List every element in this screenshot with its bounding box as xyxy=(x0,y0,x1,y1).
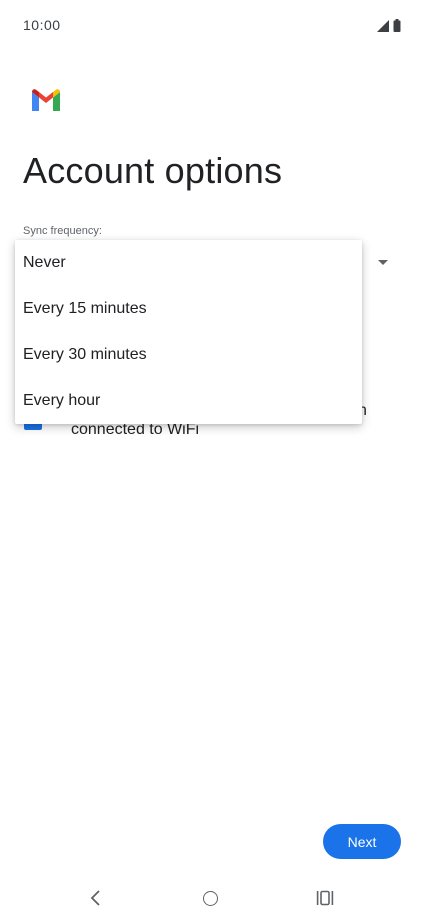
menu-item-every-30-minutes[interactable]: Every 30 minutes xyxy=(15,332,362,378)
status-bar: 10:00 xyxy=(0,0,423,52)
signal-icon xyxy=(377,19,389,32)
gmail-logo-icon xyxy=(32,89,60,111)
back-icon[interactable] xyxy=(87,888,105,908)
navigation-bar xyxy=(0,878,423,922)
battery-icon xyxy=(393,19,401,32)
menu-item-every-15-minutes[interactable]: Every 15 minutes xyxy=(15,286,362,332)
menu-item-every-hour[interactable]: Every hour xyxy=(15,378,362,424)
home-icon[interactable] xyxy=(203,891,218,906)
next-button[interactable]: Next xyxy=(323,824,401,859)
sync-frequency-label: Sync frequency: xyxy=(23,225,102,237)
sync-frequency-menu: Never Every 15 minutes Every 30 minutes … xyxy=(15,240,362,424)
recent-apps-icon[interactable] xyxy=(316,890,334,906)
dropdown-arrow-icon[interactable] xyxy=(378,260,388,265)
page-title: Account options xyxy=(23,150,283,191)
status-icons xyxy=(377,19,401,32)
status-time: 10:00 xyxy=(23,17,61,33)
menu-item-never[interactable]: Never xyxy=(15,240,362,286)
